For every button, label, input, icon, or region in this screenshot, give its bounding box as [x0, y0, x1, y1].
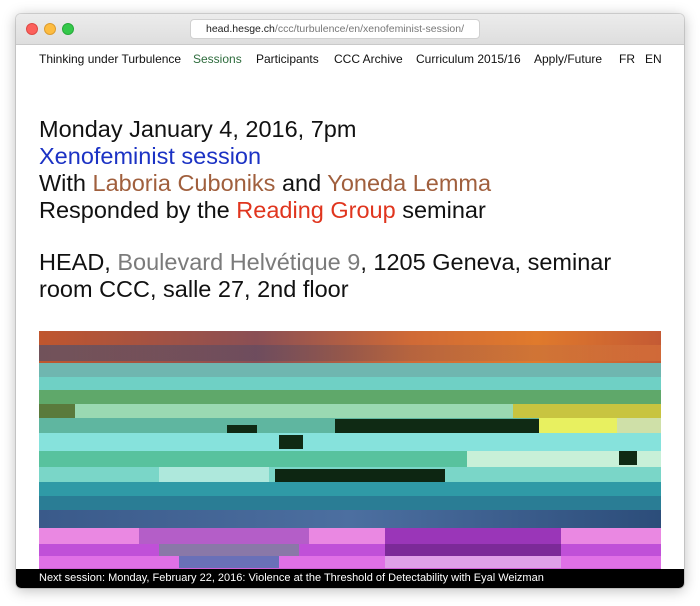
- address-bar[interactable]: head.hesge.ch/ccc/turbulence/en/xenofemi…: [190, 19, 480, 39]
- url-path: /ccc/turbulence/en/xenofeminist-session/: [274, 23, 464, 35]
- next-session-banner[interactable]: Next session: Monday, February 22, 2016:…: [16, 569, 684, 588]
- event-date: Monday January 4, 2016, 7pm: [39, 116, 357, 142]
- language-en-link[interactable]: EN: [645, 52, 662, 66]
- nav-link-participants[interactable]: Participants: [256, 52, 319, 66]
- responded-suffix: seminar: [402, 197, 486, 223]
- nav-link-ccc-archive[interactable]: CCC Archive: [334, 52, 403, 66]
- close-window-button[interactable]: [26, 23, 38, 35]
- event-responded: Responded by the Reading Group seminar: [39, 197, 486, 224]
- reading-group-link[interactable]: Reading Group: [236, 197, 395, 223]
- nav-link-curriculum[interactable]: Curriculum 2015/16: [416, 52, 521, 66]
- venue-name: HEAD,: [39, 249, 111, 275]
- zoom-window-button[interactable]: [62, 23, 74, 35]
- language-fr-link[interactable]: FR: [619, 52, 635, 66]
- nav-link-apply-future[interactable]: Apply/Future: [534, 52, 602, 66]
- browser-window: head.hesge.ch/ccc/turbulence/en/xenofemi…: [16, 14, 684, 588]
- responded-prefix: Responded by the: [39, 197, 230, 223]
- nav-link-sessions[interactable]: Sessions: [193, 52, 242, 66]
- url-host: head.hesge.ch: [206, 23, 275, 35]
- event-location-line-1: HEAD, Boulevard Helvétique 9, 1205 Genev…: [39, 249, 611, 276]
- with-prefix: With: [39, 170, 86, 196]
- browser-titlebar: head.hesge.ch/ccc/turbulence/en/xenofemi…: [16, 14, 684, 45]
- nav-link-thinking-under-turbulence[interactable]: Thinking under Turbulence: [39, 52, 181, 66]
- main-navigation: Thinking under Turbulence Sessions Parti…: [39, 52, 669, 68]
- event-title[interactable]: Xenofeminist session: [39, 143, 261, 170]
- minimize-window-button[interactable]: [44, 23, 56, 35]
- event-guests: With Laboria Cuboniks and Yoneda Lemma: [39, 170, 491, 197]
- event-location-line-2: room CCC, salle 27, 2nd floor: [39, 276, 349, 302]
- glitch-art-image: [39, 331, 661, 581]
- location-rest: , 1205 Geneva, seminar: [360, 249, 612, 275]
- guest-link-yoneda-lemma[interactable]: Yoneda Lemma: [327, 170, 491, 196]
- guest-link-laboria-cuboniks[interactable]: Laboria Cuboniks: [93, 170, 276, 196]
- address-link[interactable]: Boulevard Helvétique 9: [117, 249, 360, 275]
- with-and: and: [281, 170, 322, 196]
